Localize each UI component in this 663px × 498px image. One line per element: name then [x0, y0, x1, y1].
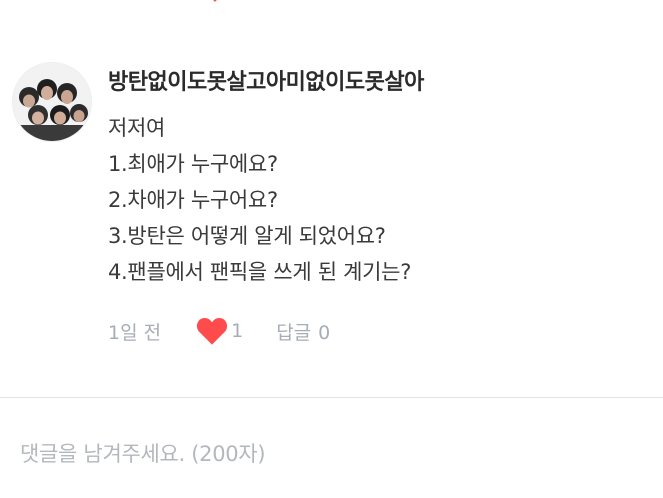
comment-line: 2.차애가 누구어요?: [108, 188, 278, 212]
heart-icon: [213, 0, 217, 2]
comment-line: 3.방탄은 어떻게 알게 되었어요?: [108, 224, 386, 248]
comment-line: 1.최애가 누구에요?: [108, 152, 278, 176]
reply-count: 0: [318, 321, 331, 344]
like-button[interactable]: 1: [195, 316, 243, 346]
reply-button[interactable]: 답글 0: [276, 318, 330, 345]
comment-meta: 1일 전 1 답글 0: [108, 313, 330, 349]
comment-author[interactable]: 방탄없이도못살고아미없이도못살아: [108, 64, 424, 96]
avatar[interactable]: [12, 62, 92, 142]
comment-line: 저저여: [108, 116, 166, 140]
like-count: 1: [231, 320, 244, 342]
comment-timestamp: 1일 전: [108, 321, 162, 344]
comment-body: 저저여 1.최애가 누구에요? 2.차애가 누구어요? 3.방탄은 어떻게 알게…: [108, 110, 411, 290]
comment-input[interactable]: [20, 434, 650, 474]
heart-icon: [197, 317, 228, 345]
reply-label: 답글: [276, 321, 312, 344]
comment-line: 4.팬플에서 팬픽을 쓰게 된 계기는?: [108, 260, 412, 284]
divider: [0, 397, 663, 398]
